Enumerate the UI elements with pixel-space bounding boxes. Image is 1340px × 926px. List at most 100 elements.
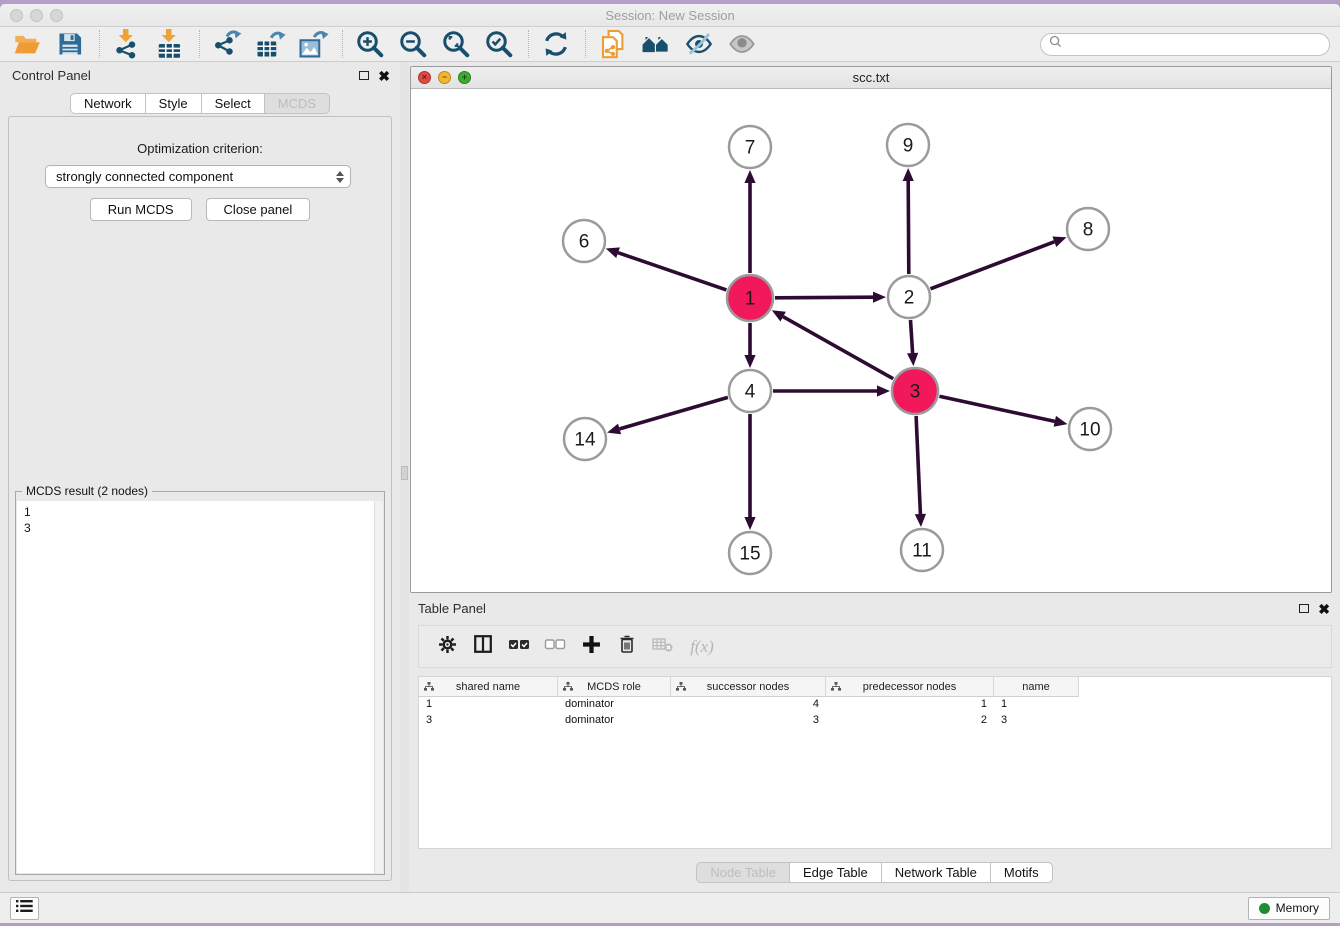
column-header-predecessor-nodes[interactable]: predecessor nodes <box>826 677 994 697</box>
main-toolbar <box>0 27 1340 62</box>
graph-edge-4-15[interactable] <box>744 414 755 530</box>
graph-edge-1-6[interactable] <box>606 247 727 290</box>
column-header-mcds-role[interactable]: MCDS role <box>558 677 671 697</box>
import-table-button[interactable] <box>153 29 187 59</box>
unselect-all-columns-button[interactable] <box>537 630 573 664</box>
refresh-layout-button[interactable] <box>539 29 573 59</box>
panel-splitter[interactable] <box>400 62 409 892</box>
graph-node-2[interactable]: 2 <box>888 276 930 318</box>
table-settings-button[interactable] <box>429 630 465 664</box>
graph-node-15[interactable]: 15 <box>729 532 771 574</box>
float-table-panel-button[interactable] <box>1299 604 1309 613</box>
float-panel-button[interactable] <box>359 71 369 80</box>
graph-edge-2-8[interactable] <box>931 237 1067 289</box>
graph-node-1[interactable]: 1 <box>727 275 773 321</box>
home-button[interactable] <box>639 29 673 59</box>
tab-node-table[interactable]: Node Table <box>696 862 790 883</box>
export-network-icon <box>212 29 242 59</box>
export-table-button[interactable] <box>253 29 287 59</box>
graph-edge-1-2[interactable] <box>775 292 886 303</box>
create-column-button[interactable] <box>573 630 609 664</box>
delete-table-icon <box>652 635 674 658</box>
tab-motifs[interactable]: Motifs <box>990 862 1053 883</box>
tab-style[interactable]: Style <box>145 93 202 114</box>
column-header-successor-nodes[interactable]: successor nodes <box>671 677 826 697</box>
control-panel-title: Control Panel <box>12 68 91 83</box>
graph-edge-3-11[interactable] <box>915 416 926 527</box>
search-input[interactable] <box>1067 37 1321 51</box>
zoom-selected-button[interactable] <box>482 29 516 59</box>
column-header-shared-name[interactable]: shared name <box>419 677 558 697</box>
graph-node-3[interactable]: 3 <box>892 368 938 414</box>
tab-edge-table[interactable]: Edge Table <box>789 862 882 883</box>
column-tree-icon <box>676 682 686 694</box>
export-image-button[interactable] <box>296 29 330 59</box>
run-mcds-button[interactable]: Run MCDS <box>90 198 192 221</box>
svg-text:11: 11 <box>912 541 932 562</box>
zoom-out-button[interactable] <box>396 29 430 59</box>
criterion-dropdown[interactable]: strongly connected component <box>45 165 351 188</box>
graph-node-8[interactable]: 8 <box>1067 208 1109 250</box>
graph-edge-2-9[interactable] <box>903 168 914 274</box>
select-all-columns-button[interactable] <box>501 630 537 664</box>
column-header-name[interactable]: name <box>994 677 1079 697</box>
graph-node-9[interactable]: 9 <box>887 124 929 166</box>
hide-details-button[interactable] <box>682 29 716 59</box>
mcds-result-text: 1 3 <box>17 501 374 873</box>
zoom-in-button[interactable] <box>353 29 387 59</box>
tab-network[interactable]: Network <box>70 93 146 114</box>
refresh-icon <box>541 29 571 59</box>
graph-node-14[interactable]: 14 <box>564 418 606 460</box>
network-window-titlebar: × − + scc.txt <box>411 67 1331 89</box>
memory-button[interactable]: Memory <box>1248 897 1330 920</box>
show-details-button[interactable] <box>725 29 759 59</box>
network-canvas[interactable]: 1 2 3 4 6 7 8 9 10 11 14 15 <box>411 89 1331 592</box>
import-network-button[interactable] <box>110 29 144 59</box>
fx-icon: f(x) <box>690 637 714 657</box>
network-graph: 1 2 3 4 6 7 8 9 10 11 14 15 <box>411 89 1331 592</box>
plus-icon <box>582 635 601 659</box>
search-box[interactable] <box>1040 33 1330 56</box>
close-table-panel-button[interactable]: ✖ <box>1318 604 1330 614</box>
toolbar-separator <box>342 30 343 58</box>
status-bar: Memory <box>0 892 1340 923</box>
graph-edge-2-3[interactable] <box>907 320 918 366</box>
svg-text:6: 6 <box>579 232 590 253</box>
graph-edge-4-3[interactable] <box>773 385 890 396</box>
show-columns-button[interactable] <box>465 630 501 664</box>
graph-edge-1-7[interactable] <box>744 170 755 273</box>
graph-node-7[interactable]: 7 <box>729 126 771 168</box>
tab-mcds[interactable]: MCDS <box>264 93 330 114</box>
tab-select[interactable]: Select <box>201 93 265 114</box>
network-window-title: scc.txt <box>411 70 1331 85</box>
tab-network-table[interactable]: Network Table <box>881 862 991 883</box>
column-tree-icon <box>831 682 841 694</box>
graph-node-10[interactable]: 10 <box>1069 408 1111 450</box>
dropdown-stepper-icon <box>336 171 344 183</box>
task-history-button[interactable] <box>10 897 39 920</box>
close-panel-button[interactable]: ✖ <box>378 71 390 81</box>
delete-column-button[interactable] <box>609 630 645 664</box>
table-row[interactable]: 3dominator323 <box>419 713 1331 729</box>
zoom-fit-button[interactable] <box>439 29 473 59</box>
delete-table-button[interactable] <box>645 630 681 664</box>
export-network-button[interactable] <box>210 29 244 59</box>
mcds-result-title: MCDS result (2 nodes) <box>22 484 152 498</box>
splitter-grip-icon[interactable] <box>401 466 408 480</box>
graph-edge-3-1[interactable] <box>772 310 893 378</box>
graph-node-4[interactable]: 4 <box>729 370 771 412</box>
result-scrollbar[interactable] <box>374 501 383 873</box>
graph-edge-1-4[interactable] <box>744 323 755 368</box>
function-builder-button[interactable]: f(x) <box>681 630 717 664</box>
checked-boxes-icon <box>508 636 530 657</box>
import-network-icon <box>112 29 142 59</box>
graph-node-6[interactable]: 6 <box>563 220 605 262</box>
save-session-button[interactable] <box>53 29 87 59</box>
close-panel-button-2[interactable]: Close panel <box>206 198 311 221</box>
network-file-button[interactable] <box>596 29 630 59</box>
table-row[interactable]: 1dominator411 <box>419 697 1331 713</box>
open-session-button[interactable] <box>10 29 44 59</box>
graph-edge-4-14[interactable] <box>607 397 728 434</box>
graph-edge-3-10[interactable] <box>939 396 1067 427</box>
graph-node-11[interactable]: 11 <box>901 529 943 571</box>
